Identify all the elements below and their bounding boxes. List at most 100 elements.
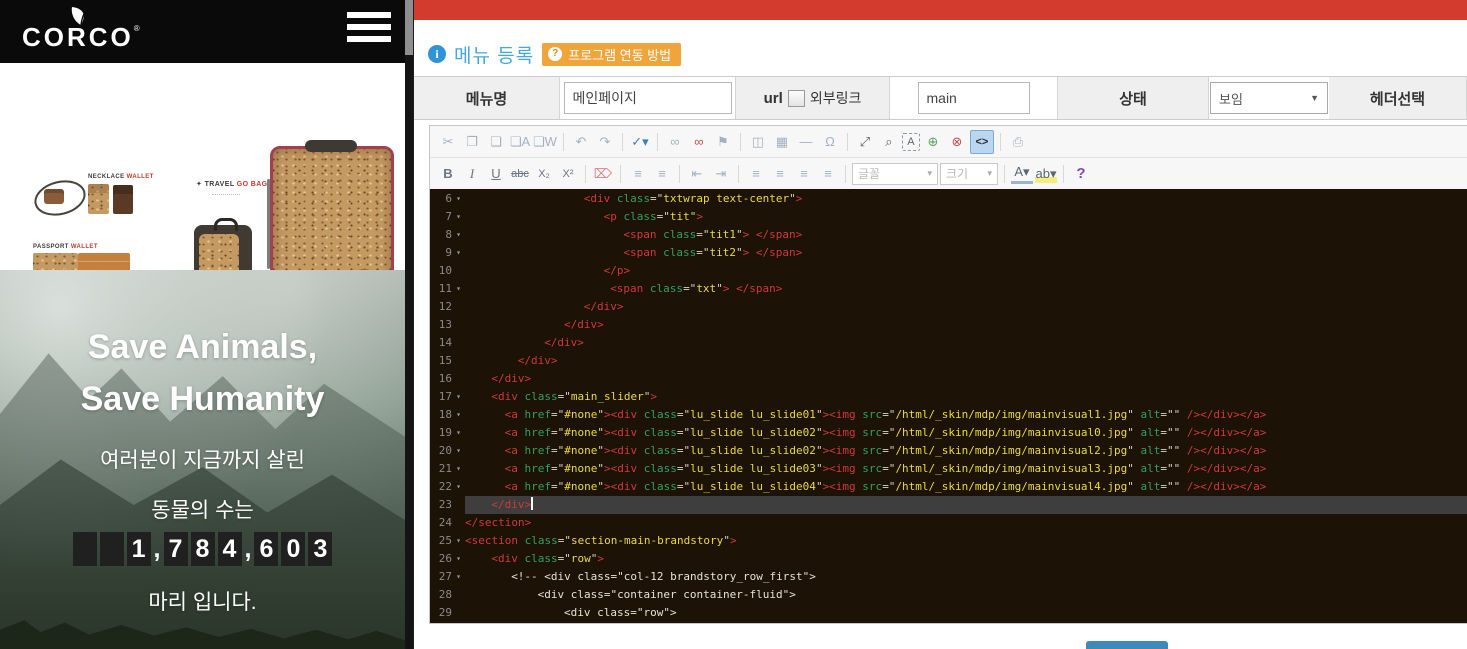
preview-scrollbar-thumb[interactable]: [405, 0, 413, 55]
numbered-list-icon[interactable]: ≡: [627, 163, 649, 185]
code-line-29[interactable]: 29<div class="row">: [430, 604, 1467, 622]
bg-color-icon[interactable]: ab▾: [1035, 165, 1057, 183]
select-all-icon[interactable]: A: [902, 133, 920, 151]
counter-digit-box: 1: [127, 532, 151, 566]
corco-logo[interactable]: CORCO®: [22, 6, 140, 51]
counter-comma: ,: [245, 532, 252, 566]
font-dropdown[interactable]: 글꼴▾: [852, 163, 938, 185]
maximize-icon[interactable]: ⤢: [854, 131, 876, 153]
about-icon[interactable]: ?: [1070, 163, 1092, 185]
redo-icon[interactable]: ↷: [594, 131, 616, 153]
bullet-list-icon[interactable]: ≡: [651, 163, 673, 185]
code-line-15[interactable]: 15</div>: [430, 352, 1467, 370]
code-line-20[interactable]: 20▾<a href="#none"><div class="lu_slide …: [430, 442, 1467, 460]
code-line-27[interactable]: 27▾<!-- <div class="col-12 brandstory_ro…: [430, 568, 1467, 586]
code-line-13[interactable]: 13</div>: [430, 316, 1467, 334]
underline-icon[interactable]: U: [485, 163, 507, 185]
subscript-icon[interactable]: X₂: [533, 163, 555, 185]
code-line-7[interactable]: 7▾<p class="tit">: [430, 208, 1467, 226]
italic-icon[interactable]: I: [461, 163, 483, 185]
code-lines[interactable]: 6▾<div class="txtwrap text-center">7▾<p …: [430, 189, 1467, 623]
indent-icon[interactable]: ⇥: [710, 163, 732, 185]
align-right-icon[interactable]: ≡: [793, 163, 815, 185]
size-dropdown[interactable]: 크기▾: [940, 163, 998, 185]
strikethrough-icon[interactable]: abc: [509, 163, 531, 185]
anchor-flag-icon[interactable]: ⚑: [712, 131, 734, 153]
fold-arrow-icon[interactable]: ▾: [452, 208, 465, 226]
link-icon[interactable]: ∞: [664, 131, 686, 153]
save-button[interactable]: 저장하기: [1086, 641, 1168, 649]
fold-arrow-icon[interactable]: ▾: [452, 280, 465, 298]
special-char-icon[interactable]: Ω: [819, 131, 841, 153]
hamburger-menu-icon[interactable]: [347, 12, 391, 52]
code-line-30[interactable]: 30<div class="col-12 col-xl-7 brandstory…: [430, 622, 1467, 623]
horizontal-line-icon[interactable]: ―: [795, 131, 817, 153]
code-line-17[interactable]: 17▾<div class="main_slider">: [430, 388, 1467, 406]
align-left-icon[interactable]: ≡: [745, 163, 767, 185]
fold-arrow-icon[interactable]: ▾: [452, 532, 465, 550]
fold-arrow-icon[interactable]: ▾: [452, 442, 465, 460]
code-line-26[interactable]: 26▾<div class="row">: [430, 550, 1467, 568]
fold-arrow-icon[interactable]: ▾: [452, 244, 465, 262]
copy-icon[interactable]: ❐: [461, 131, 483, 153]
code-line-25[interactable]: 25▾<section class="section-main-brandsto…: [430, 532, 1467, 550]
spellcheck-icon[interactable]: ✓▾: [629, 131, 651, 153]
toolbar-separator: [847, 133, 848, 151]
add-comment-icon[interactable]: ⊕: [922, 131, 944, 153]
paste-text-icon[interactable]: ❏A: [509, 131, 531, 153]
text-color-icon[interactable]: A▾: [1011, 163, 1033, 184]
fold-arrow-icon[interactable]: ▾: [452, 226, 465, 244]
code-line-24[interactable]: 24</section>: [430, 514, 1467, 532]
align-justify-icon[interactable]: ≡: [817, 163, 839, 185]
external-link-checkbox[interactable]: [788, 90, 805, 107]
superscript-icon[interactable]: X²: [557, 163, 579, 185]
code-line-21[interactable]: 21▾<a href="#none"><div class="lu_slide …: [430, 460, 1467, 478]
code-line-12[interactable]: 12</div>: [430, 298, 1467, 316]
line-number: 12: [430, 298, 452, 316]
paste-icon[interactable]: ❏: [485, 131, 507, 153]
remove-format-icon[interactable]: ⌦: [592, 163, 614, 185]
code-line-11[interactable]: 11▾<span class="txt"> </span>: [430, 280, 1467, 298]
code-line-8[interactable]: 8▾<span class="tit1"> </span>: [430, 226, 1467, 244]
menu-name-input[interactable]: [564, 82, 732, 114]
align-center-icon[interactable]: ≡: [769, 163, 791, 185]
fold-arrow-icon[interactable]: ▾: [452, 460, 465, 478]
preview-scrollbar[interactable]: [405, 0, 413, 649]
product-slider[interactable]: NECKLACE WALLET PASSPORT WALLET ✦ TRAVEL…: [0, 63, 405, 270]
code-line-23[interactable]: 23</div>: [430, 496, 1467, 514]
cut-icon[interactable]: ✂: [437, 131, 459, 153]
table-icon[interactable]: ▦: [771, 131, 793, 153]
image-icon[interactable]: ◫: [747, 131, 769, 153]
code-line-22[interactable]: 22▾<a href="#none"><div class="lu_slide …: [430, 478, 1467, 496]
source-button[interactable]: <>: [970, 130, 994, 154]
code-line-14[interactable]: 14</div>: [430, 334, 1467, 352]
code-line-18[interactable]: 18▾<a href="#none"><div class="lu_slide …: [430, 406, 1467, 424]
remove-comment-icon[interactable]: ⊗: [946, 131, 968, 153]
status-select[interactable]: 보임 ▼: [1210, 82, 1328, 114]
fold-arrow-icon[interactable]: ▾: [452, 568, 465, 586]
fold-arrow-icon[interactable]: ▾: [452, 478, 465, 496]
url-input[interactable]: [918, 82, 1030, 114]
undo-icon[interactable]: ↶: [570, 131, 592, 153]
code-line-16[interactable]: 16</div>: [430, 370, 1467, 388]
line-number: 19: [430, 424, 452, 442]
code-line-28[interactable]: 28<div class="container container-fluid"…: [430, 586, 1467, 604]
code-line-9[interactable]: 9▾<span class="tit2"> </span>: [430, 244, 1467, 262]
find-icon[interactable]: ⌕: [878, 131, 900, 153]
fold-arrow-icon[interactable]: ▾: [452, 388, 465, 406]
unlink-icon[interactable]: ∞: [688, 131, 710, 153]
code-line-10[interactable]: 10</p>: [430, 262, 1467, 280]
paste-word-icon[interactable]: ❏W: [533, 131, 557, 153]
fold-spacer: [452, 262, 465, 280]
code-line-19[interactable]: 19▾<a href="#none"><div class="lu_slide …: [430, 424, 1467, 442]
print-icon[interactable]: ⎙: [1007, 131, 1029, 153]
fold-arrow-icon[interactable]: ▾: [452, 406, 465, 424]
fold-arrow-icon[interactable]: ▾: [452, 550, 465, 568]
line-number: 15: [430, 352, 452, 370]
bold-icon[interactable]: B: [437, 163, 459, 185]
outdent-icon[interactable]: ⇤: [686, 163, 708, 185]
program-link-help-button[interactable]: ? 프로그램 연동 방법: [542, 43, 681, 66]
code-line-6[interactable]: 6▾<div class="txtwrap text-center">: [430, 190, 1467, 208]
fold-arrow-icon[interactable]: ▾: [452, 424, 465, 442]
fold-arrow-icon[interactable]: ▾: [452, 190, 465, 208]
